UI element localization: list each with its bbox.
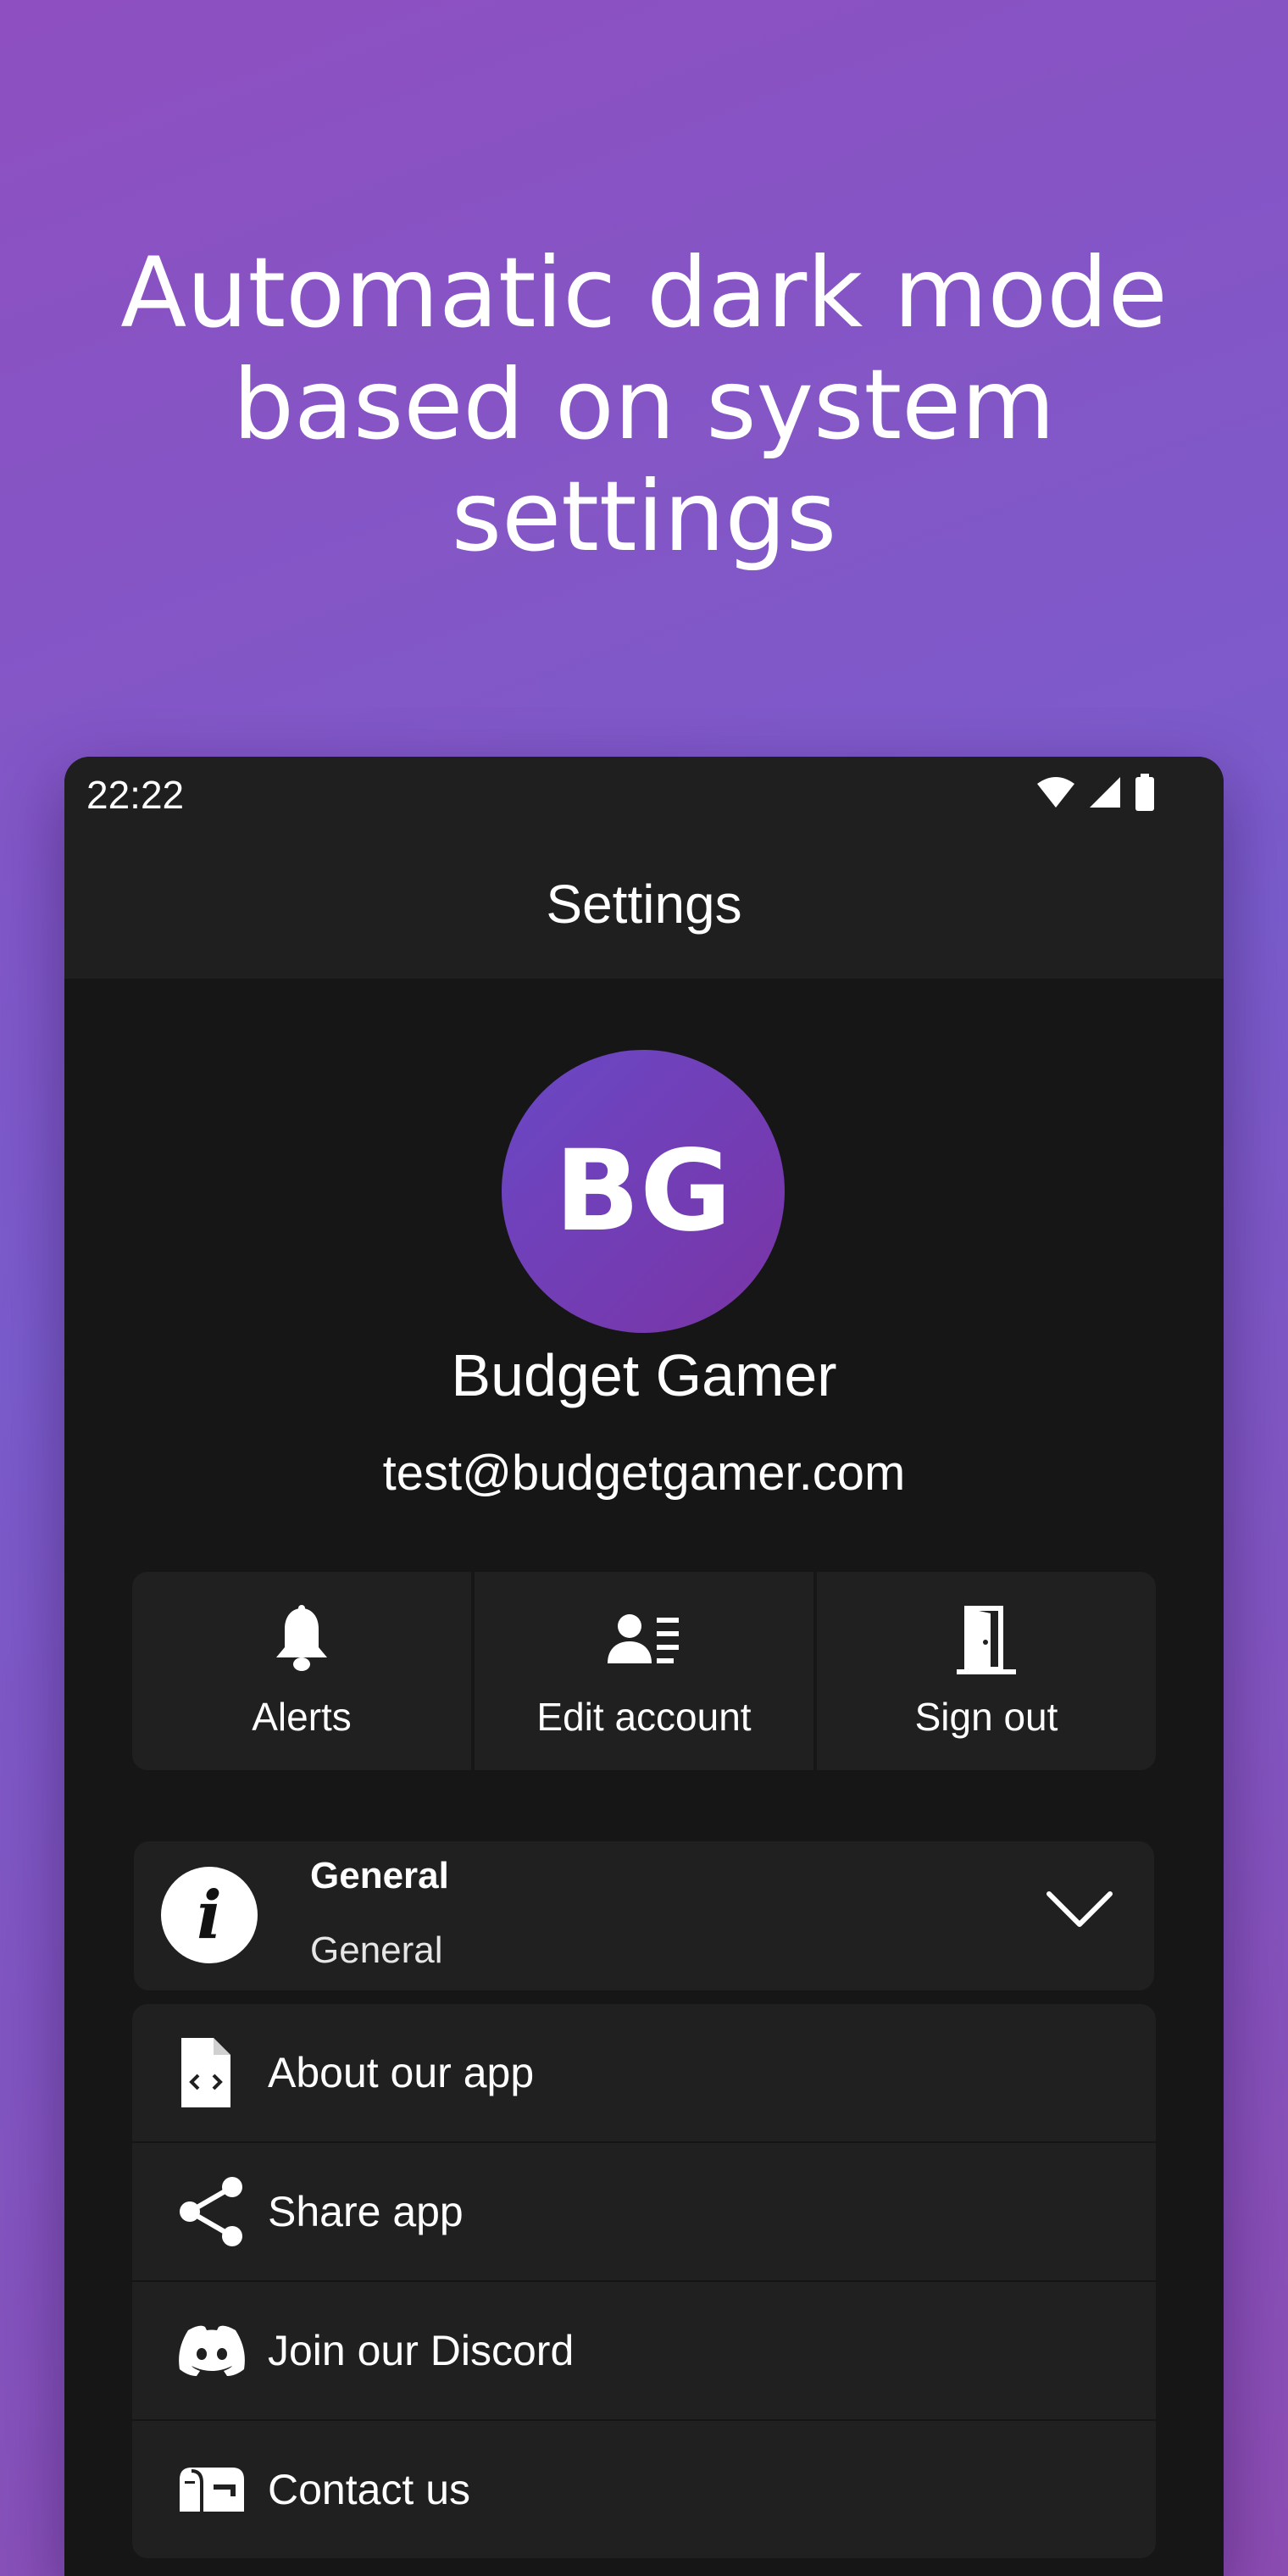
file-code-icon — [176, 2004, 234, 2141]
sign-out-button[interactable]: Sign out — [817, 1572, 1156, 1770]
edit-account-label: Edit account — [536, 1695, 752, 1739]
menu-item-label: Share app — [268, 2188, 464, 2235]
settings-menu: About our app Share app Join our Discord… — [132, 2004, 1156, 2558]
general-title: General — [310, 1855, 449, 1896]
menu-item-contact[interactable]: Contact us — [132, 2419, 1156, 2558]
general-section-header[interactable]: i General General — [134, 1841, 1154, 1990]
quick-actions: Alerts Edit account Sign out — [132, 1572, 1156, 1770]
menu-item-discord[interactable]: Join our Discord — [132, 2280, 1156, 2419]
headline-line-2: based on system — [232, 348, 1056, 461]
menu-item-label: Contact us — [268, 2466, 471, 2513]
mailbox-icon — [176, 2421, 247, 2558]
sign-out-label: Sign out — [914, 1695, 1058, 1739]
menu-item-about[interactable]: About our app — [132, 2004, 1156, 2141]
general-subtitle: General — [310, 1929, 443, 1971]
menu-item-label: About our app — [268, 2049, 535, 2096]
door-icon — [957, 1602, 1016, 1679]
status-icons — [1035, 774, 1156, 811]
battery-icon — [1135, 774, 1154, 811]
avatar: BG — [502, 1050, 785, 1333]
share-icon — [176, 2143, 246, 2280]
headline-line-1: Automatic dark mode — [120, 236, 1168, 349]
headline-line-3: settings — [451, 460, 837, 573]
chevron-down-icon[interactable] — [1046, 1889, 1113, 1931]
promo-headline: Automatic dark mode based on system sett… — [0, 237, 1288, 573]
profile-name: Budget Gamer — [451, 1342, 837, 1408]
phone-screen: 22:22 Settings BG Budget Gamer test@budg… — [64, 757, 1224, 2576]
status-time: 22:22 — [86, 773, 185, 817]
info-icon: i — [161, 1867, 258, 1963]
alerts-label: Alerts — [252, 1695, 352, 1739]
page-title: Settings — [546, 874, 742, 935]
status-bar: 22:22 — [64, 757, 1224, 830]
bell-icon — [269, 1602, 334, 1679]
menu-item-label: Join our Discord — [268, 2327, 575, 2374]
profile-email: test@budgetgamer.com — [382, 1446, 906, 1501]
account-edit-icon — [608, 1602, 680, 1679]
alerts-button[interactable]: Alerts — [132, 1572, 471, 1770]
cell-signal-icon — [1090, 777, 1120, 808]
edit-account-button[interactable]: Edit account — [475, 1572, 813, 1770]
wifi-icon — [1037, 777, 1074, 808]
discord-icon — [176, 2282, 247, 2419]
app-bar: Settings — [64, 830, 1224, 979]
menu-item-share[interactable]: Share app — [132, 2141, 1156, 2280]
